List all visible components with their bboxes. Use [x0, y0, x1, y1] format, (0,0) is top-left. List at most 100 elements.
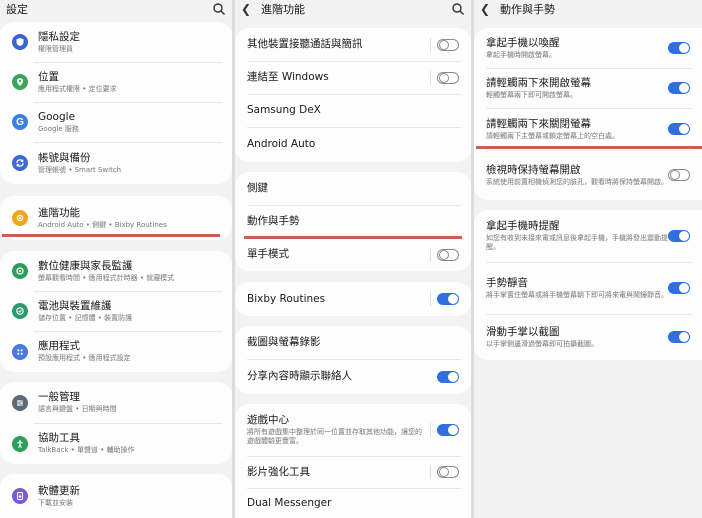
- settings-item-summary: 語言與鍵盤 • 日期與時間: [38, 405, 117, 413]
- toggle-switch[interactable]: [668, 230, 690, 242]
- toggle-switch[interactable]: [437, 71, 459, 84]
- advanced-features-header: ❮ 進階功能: [235, 0, 471, 18]
- settings-panel: 設定 隱私設定 權限管理員 位置 應用程式權限 • 定位要求 G Google Goo…: [0, 0, 232, 518]
- settings-item-label: 拿起手機以喚醒: [486, 36, 560, 49]
- settings-item-double-tap-on[interactable]: 請輕觸兩下來開啟螢幕 輕觸螢幕兩下即可開啟螢幕。: [474, 68, 702, 108]
- settings-item-summary: 輕觸螢幕兩下即可開啟螢幕。: [486, 90, 577, 99]
- toggle-switch[interactable]: [668, 123, 690, 135]
- settings-item-smart-alert[interactable]: 拿起手機時提醒如您有收到未接來電或訊息後拿起手機，手機將發出震動提醒。: [474, 210, 702, 262]
- settings-item-label: 手勢靜音: [486, 276, 528, 289]
- accessibility-icon: [12, 435, 28, 452]
- divider: [430, 70, 431, 85]
- settings-item-label: 應用程式: [38, 340, 80, 352]
- toggle-switch[interactable]: [437, 293, 459, 305]
- settings-item-label: 遊戲中心: [247, 414, 289, 426]
- settings-item-label: 檢視時保持螢幕開啟: [486, 163, 581, 176]
- location-pin-icon: [12, 74, 28, 90]
- gear-plus-icon: [12, 210, 28, 226]
- settings-item-motions-gestures[interactable]: 動作與手勢: [235, 205, 471, 238]
- advanced-group-screenshots: 截圖與螢幕錄影 分享內容時顯示聯絡人: [235, 326, 471, 394]
- settings-item-label: 請輕觸兩下來開啟螢幕: [486, 76, 591, 89]
- toggle-switch[interactable]: [668, 169, 690, 181]
- settings-header: 設定: [0, 0, 232, 18]
- settings-item-side-key[interactable]: 側鍵: [235, 172, 471, 205]
- settings-item-summary: 權限管理員: [38, 44, 73, 53]
- divider: [430, 423, 431, 437]
- settings-item-summary: 以手掌側邊滑過螢幕即可拍攝截圖。: [486, 339, 598, 348]
- settings-item-mute-gestures[interactable]: 手勢靜音 將手掌置住螢幕或將手機螢幕朝下即可將來電與鬧鐘靜音。: [474, 262, 702, 314]
- settings-item-accessibility[interactable]: 協助工具 TalkBack • 單聲道 • 輔助操作: [0, 423, 232, 464]
- settings-item-label: 軟體更新: [38, 484, 80, 497]
- settings-item-label: 數位健康與家長監護: [38, 259, 133, 272]
- settings-item-summary: Android Auto • 側鍵 • Bixby Routines: [38, 220, 167, 229]
- settings-item-digital-wellbeing[interactable]: 數位健康與家長監護 螢幕觀看時間 • 應用程式計時器 • 就寢模式: [0, 251, 232, 291]
- search-icon[interactable]: [212, 2, 226, 16]
- settings-item-general-management[interactable]: 一般管理 語言與鍵盤 • 日期與時間: [0, 382, 232, 423]
- toggle-switch[interactable]: [437, 466, 459, 478]
- toggle-switch[interactable]: [437, 38, 459, 51]
- settings-item-software-update[interactable]: 軟體更新 下載並安裝: [0, 474, 232, 518]
- toggle-switch[interactable]: [437, 248, 459, 261]
- settings-group-update: 軟體更新 下載並安裝: [0, 474, 232, 518]
- settings-item-label: Samsung DeX: [247, 104, 321, 116]
- settings-item-label: Android Auto: [247, 138, 316, 150]
- back-arrow-icon[interactable]: ❮: [480, 2, 494, 16]
- highlight-underline: [244, 236, 462, 239]
- motions-gestures-panel: ❮ 動作與手勢 拿起手機以喚醒 拿起手機時開啟螢幕。 請輕觸兩下來開啟螢幕 輕觸螢幕…: [474, 0, 702, 518]
- settings-item-label: 連結至 Windows: [247, 71, 329, 83]
- settings-group-accounts: 隱私設定 權限管理員 位置 應用程式權限 • 定位要求 G Google Google…: [0, 22, 232, 184]
- settings-item-label: 拿起手機時提醒: [486, 220, 560, 232]
- settings-item-label: 影片強化工具: [247, 465, 310, 478]
- divider: [430, 465, 431, 479]
- divider: [430, 247, 431, 262]
- sync-icon: [12, 155, 28, 171]
- settings-item-location[interactable]: 位置 應用程式權限 • 定位要求: [0, 62, 232, 102]
- settings-item-privacy[interactable]: 隱私設定 權限管理員: [0, 22, 232, 62]
- settings-item-summary: 請輕觸兩下主螢幕或鎖定螢幕上的空白處。: [486, 131, 619, 140]
- settings-item-share-contacts[interactable]: 分享內容時顯示聯絡人: [235, 359, 471, 394]
- settings-item-google[interactable]: G Google Google 服務: [0, 102, 232, 142]
- settings-item-link-to-windows[interactable]: 連結至 Windows: [235, 61, 471, 94]
- settings-item-accounts-backup[interactable]: 帳號與備份 管理帳號 • Smart Switch: [0, 142, 232, 184]
- settings-item-one-handed-mode[interactable]: 單手模式: [235, 238, 471, 271]
- settings-item-video-enhancer[interactable]: 影片強化工具: [235, 456, 471, 488]
- settings-item-android-auto[interactable]: Android Auto: [235, 127, 471, 162]
- back-arrow-icon[interactable]: ❮: [241, 2, 255, 16]
- gestures-group-motion: 拿起手機時提醒如您有收到未接來電或訊息後拿起手機，手機將發出震動提醒。 手勢靜音…: [474, 210, 702, 360]
- google-g-icon: G: [12, 114, 28, 130]
- advanced-features-panel: ❮ 進階功能 其他裝置接聽通話與簡訊 連結至 Windows Samsung D…: [235, 0, 471, 518]
- settings-item-keep-screen-on[interactable]: 檢視時保持螢幕開啟 系統使用前置相機偵測您的臉孔，觀看時將保持螢幕開啟。: [474, 150, 702, 200]
- toggle-switch[interactable]: [668, 282, 690, 294]
- shield-icon: [12, 34, 28, 50]
- toggle-switch[interactable]: [668, 331, 690, 343]
- settings-item-screenshots-recorder[interactable]: 截圖與螢幕錄影: [235, 326, 471, 359]
- settings-item-calls-other-devices[interactable]: 其他裝置接聽通話與簡訊: [235, 28, 471, 61]
- settings-item-label: 側鍵: [247, 182, 268, 194]
- settings-item-game-launcher[interactable]: 遊戲中心 將所有遊戲集中整理於同一位置並存取其他功能，讓您的遊戲體驗更豐富。: [235, 404, 471, 456]
- toggle-switch[interactable]: [668, 42, 690, 54]
- settings-item-summary: 將所有遊戲集中整理於同一位置並存取其他功能，讓您的遊戲體驗更豐富。: [247, 428, 422, 445]
- toggle-switch[interactable]: [437, 370, 459, 383]
- settings-item-summary: 如您有收到未接來電或訊息後拿起手機，手機將發出震動提醒。: [486, 234, 668, 251]
- settings-item-label: 隱私設定: [38, 30, 80, 43]
- toggle-switch[interactable]: [437, 424, 459, 436]
- settings-item-bixby-routines[interactable]: Bixby Routines: [235, 282, 471, 316]
- settings-item-label: 帳號與備份: [38, 151, 91, 164]
- settings-item-summary: 螢幕觀看時間 • 應用程式計時器 • 就寢模式: [38, 273, 175, 282]
- settings-item-palm-swipe-capture[interactable]: 滑動手掌以截圖 以手掌側邊滑過螢幕即可拍攝截圖。: [474, 314, 702, 360]
- settings-item-summary: 預設應用程式 • 應用程式設定: [38, 354, 131, 362]
- toggle-switch[interactable]: [668, 82, 690, 94]
- settings-item-apps[interactable]: 應用程式預設應用程式 • 應用程式設定: [0, 331, 232, 372]
- settings-item-summary: 系統使用前置相機偵測您的臉孔，觀看時將保持螢幕開啟。: [486, 177, 668, 186]
- settings-item-label: 截圖與螢幕錄影: [247, 336, 321, 348]
- settings-item-label: Bixby Routines: [247, 292, 326, 305]
- settings-item-dual-messenger[interactable]: Dual Messenger: [235, 488, 471, 518]
- settings-item-lift-to-wake[interactable]: 拿起手機以喚醒 拿起手機時開啟螢幕。: [474, 28, 702, 68]
- settings-item-label: 位置: [38, 70, 59, 83]
- settings-item-double-tap-off[interactable]: 請輕觸兩下來關閉螢幕 請輕觸兩下主螢幕或鎖定螢幕上的空白處。: [474, 108, 702, 150]
- settings-item-battery-care[interactable]: 電池與裝置維護 儲存位置 • 記憶體 • 裝置防護: [0, 291, 232, 331]
- settings-item-summary: TalkBack • 單聲道 • 輔助操作: [38, 446, 135, 454]
- settings-item-samsung-dex[interactable]: Samsung DeX: [235, 94, 471, 127]
- search-icon[interactable]: [451, 2, 465, 16]
- settings-item-label: 進階功能: [38, 206, 80, 219]
